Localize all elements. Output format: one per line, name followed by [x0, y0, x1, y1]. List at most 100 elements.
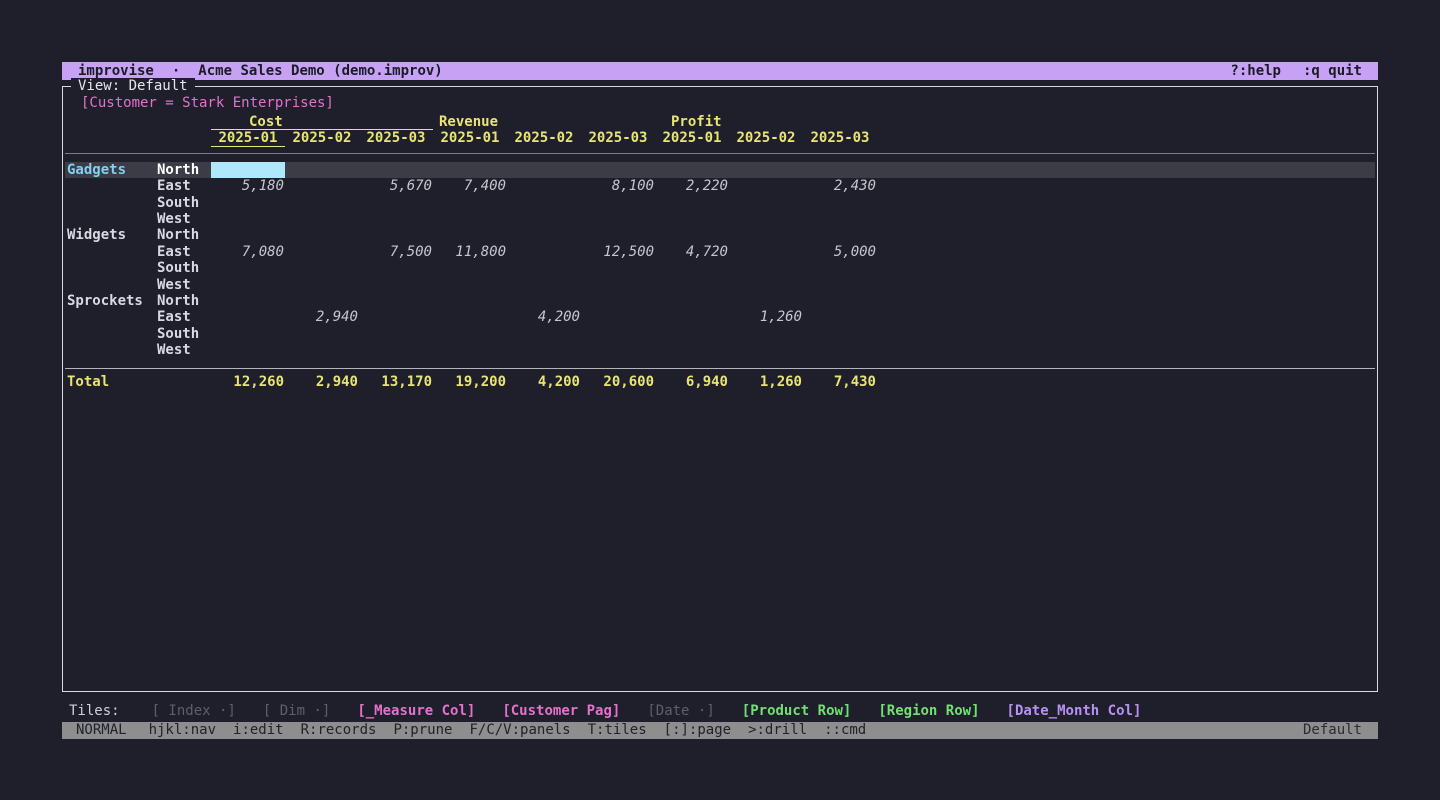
- table-cell[interactable]: [581, 195, 655, 211]
- table-cell[interactable]: [655, 195, 729, 211]
- table-row[interactable]: East7,0807,50011,80012,5004,7205,000: [65, 244, 1375, 260]
- table-cell[interactable]: [507, 162, 581, 178]
- table-cell[interactable]: [729, 260, 803, 276]
- cursor-cell[interactable]: [211, 162, 285, 178]
- table-cell[interactable]: [655, 277, 729, 293]
- table-cell[interactable]: [433, 293, 507, 309]
- tile-date[interactable]: [Date ·]: [647, 703, 714, 719]
- table-cell[interactable]: 7,500: [359, 244, 433, 260]
- tile-region-row[interactable]: [Region Row]: [878, 703, 979, 719]
- table-cell[interactable]: [211, 260, 285, 276]
- table-cell[interactable]: [803, 162, 877, 178]
- month-header-cell[interactable]: 2025-03: [581, 130, 655, 146]
- table-cell[interactable]: 2,940: [285, 309, 359, 325]
- table-cell[interactable]: [359, 293, 433, 309]
- table-cell[interactable]: [803, 260, 877, 276]
- measure-header-revenue[interactable]: Revenue: [433, 114, 655, 130]
- table-cell[interactable]: [729, 211, 803, 227]
- quit-hint[interactable]: :q quit: [1303, 62, 1362, 80]
- table-cell[interactable]: [507, 178, 581, 194]
- table-cell[interactable]: [211, 342, 285, 358]
- table-cell[interactable]: [507, 244, 581, 260]
- table-cell[interactable]: [433, 342, 507, 358]
- table-cell[interactable]: [433, 326, 507, 342]
- table-cell[interactable]: [433, 195, 507, 211]
- measure-header-cost[interactable]: Cost: [211, 114, 433, 130]
- measure-header-profit[interactable]: Profit: [655, 114, 877, 130]
- table-cell[interactable]: [729, 195, 803, 211]
- table-cell[interactable]: 5,180: [211, 178, 285, 194]
- table-row[interactable]: East2,9404,2001,260: [65, 309, 1375, 325]
- table-cell[interactable]: [359, 326, 433, 342]
- table-row[interactable]: SprocketsNorth: [65, 293, 1375, 309]
- table-cell[interactable]: [211, 309, 285, 325]
- table-cell[interactable]: [285, 342, 359, 358]
- table-cell[interactable]: 8,100: [581, 178, 655, 194]
- table-cell[interactable]: [211, 211, 285, 227]
- filter-badge[interactable]: [Customer = Stark Enterprises]: [81, 95, 1375, 111]
- table-row[interactable]: West: [65, 342, 1375, 358]
- table-cell[interactable]: [803, 293, 877, 309]
- table-cell[interactable]: [729, 326, 803, 342]
- month-header-cell[interactable]: 2025-02: [729, 130, 803, 146]
- table-cell[interactable]: [433, 277, 507, 293]
- month-header-cell[interactable]: 2025-03: [803, 130, 877, 146]
- table-cell[interactable]: [581, 260, 655, 276]
- table-cell[interactable]: 11,800: [433, 244, 507, 260]
- table-cell[interactable]: [507, 195, 581, 211]
- table-row[interactable]: South: [65, 326, 1375, 342]
- table-cell[interactable]: [581, 342, 655, 358]
- table-cell[interactable]: [285, 293, 359, 309]
- table-cell[interactable]: [507, 293, 581, 309]
- table-cell[interactable]: [507, 227, 581, 243]
- table-cell[interactable]: [803, 211, 877, 227]
- tile-product-row[interactable]: [Product Row]: [742, 703, 852, 719]
- table-cell[interactable]: [729, 244, 803, 260]
- table-cell[interactable]: [359, 342, 433, 358]
- table-cell[interactable]: [581, 309, 655, 325]
- table-cell[interactable]: [359, 227, 433, 243]
- table-row[interactable]: South: [65, 195, 1375, 211]
- table-cell[interactable]: [285, 227, 359, 243]
- table-cell[interactable]: [507, 342, 581, 358]
- table-cell[interactable]: [507, 211, 581, 227]
- table-cell[interactable]: [655, 326, 729, 342]
- table-row[interactable]: South: [65, 260, 1375, 276]
- month-header-cell[interactable]: 2025-01: [655, 130, 729, 146]
- table-row[interactable]: West: [65, 211, 1375, 227]
- table-cell[interactable]: [729, 293, 803, 309]
- table-cell[interactable]: [729, 227, 803, 243]
- table-cell[interactable]: [655, 342, 729, 358]
- table-cell[interactable]: [655, 211, 729, 227]
- table-cell[interactable]: [211, 195, 285, 211]
- table-cell[interactable]: [655, 162, 729, 178]
- table-cell[interactable]: [729, 277, 803, 293]
- table-cell[interactable]: [359, 211, 433, 227]
- table-cell[interactable]: [655, 293, 729, 309]
- table-cell[interactable]: [211, 277, 285, 293]
- table-cell[interactable]: 2,430: [803, 178, 877, 194]
- table-cell[interactable]: [433, 260, 507, 276]
- table-cell[interactable]: [581, 227, 655, 243]
- table-cell[interactable]: [285, 326, 359, 342]
- table-cell[interactable]: [285, 244, 359, 260]
- table-cell[interactable]: [285, 178, 359, 194]
- help-hint[interactable]: ?:help: [1230, 62, 1281, 80]
- table-cell[interactable]: [507, 260, 581, 276]
- table-cell[interactable]: [803, 227, 877, 243]
- month-header-cell[interactable]: 2025-02: [507, 130, 581, 146]
- tile-date-month-col[interactable]: [Date_Month Col]: [1007, 703, 1142, 719]
- table-row[interactable]: East5,1805,6707,4008,1002,2202,430: [65, 178, 1375, 194]
- table-cell[interactable]: [433, 227, 507, 243]
- tile-measure-col[interactable]: [_Measure Col]: [357, 703, 475, 719]
- table-cell[interactable]: [285, 277, 359, 293]
- table-cell[interactable]: 5,670: [359, 178, 433, 194]
- table-cell[interactable]: 5,000: [803, 244, 877, 260]
- table-cell[interactable]: [359, 162, 433, 178]
- table-cell[interactable]: 12,500: [581, 244, 655, 260]
- table-cell[interactable]: [211, 326, 285, 342]
- table-cell[interactable]: [581, 293, 655, 309]
- table-cell[interactable]: [211, 227, 285, 243]
- table-cell[interactable]: [359, 309, 433, 325]
- table-cell[interactable]: [285, 260, 359, 276]
